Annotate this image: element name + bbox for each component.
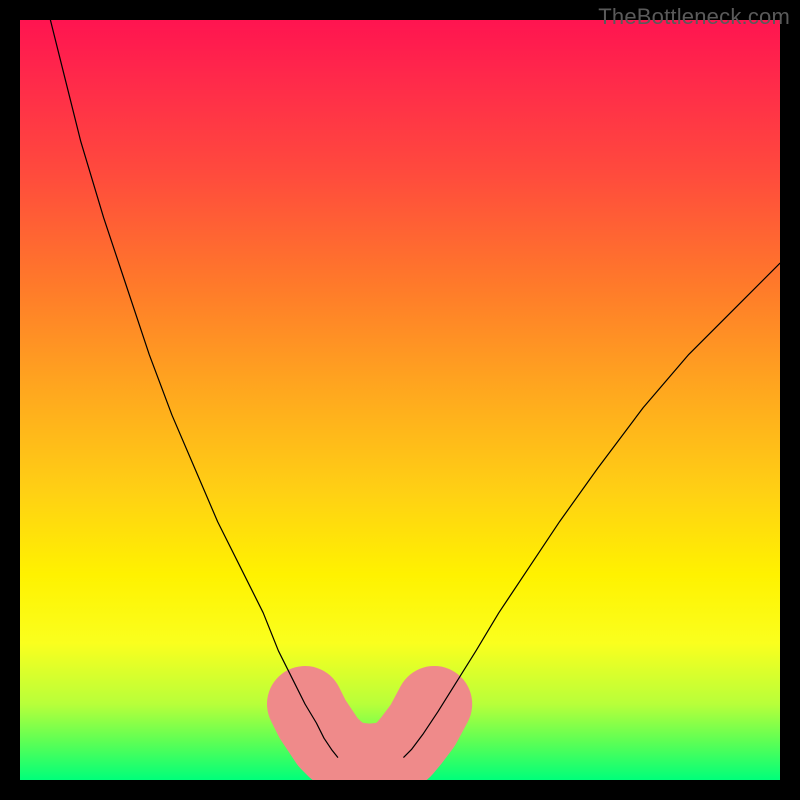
chart-svg xyxy=(20,20,780,780)
plot-area xyxy=(20,20,780,780)
watermark-text: TheBottleneck.com xyxy=(598,4,790,30)
chart-frame: TheBottleneck.com xyxy=(0,0,800,800)
series-left-curve xyxy=(50,20,337,757)
series-bottom-trough xyxy=(305,704,434,762)
